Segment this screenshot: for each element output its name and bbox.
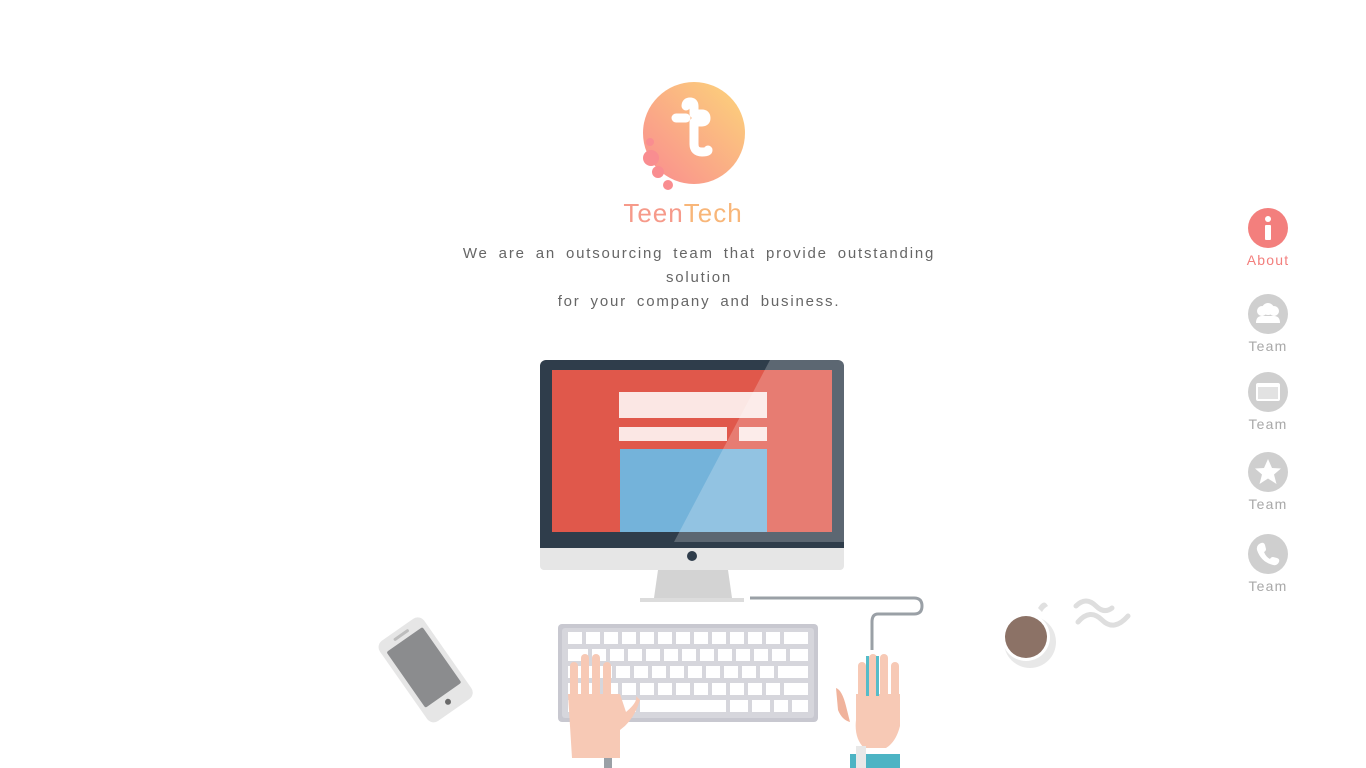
teentech-logo[interactable] <box>636 78 752 194</box>
phone-icon <box>1248 534 1288 574</box>
phone-illustration <box>378 617 473 723</box>
tagline: We are an outsourcing team that provide … <box>433 242 965 314</box>
brand-name-part1: Teen <box>623 198 684 228</box>
brand-name-part2: Tech <box>683 198 743 228</box>
nav-label-contact: Team <box>1248 578 1288 594</box>
team-icon <box>1248 294 1288 334</box>
landing-page: TeenTech We are an outsourcing team that… <box>0 0 1366 768</box>
nav-label-services: Team <box>1248 496 1288 512</box>
logo-icon <box>643 82 745 190</box>
right-hand-illustration <box>836 654 902 768</box>
nav-item-portfolio[interactable]: Team <box>1236 372 1300 432</box>
folder-icon <box>1248 372 1288 412</box>
info-icon <box>1248 208 1288 248</box>
nav-item-about[interactable]: About <box>1236 208 1300 268</box>
nav-label-portfolio: Team <box>1248 416 1288 432</box>
brand-name: TeenTech <box>0 198 1366 229</box>
workspace-illustration <box>378 360 1131 768</box>
nav-label-about: About <box>1246 252 1290 268</box>
tagline-line2: for your company and business. <box>557 293 841 310</box>
nav-label-team: Team <box>1248 338 1288 354</box>
monitor-illustration <box>540 360 844 602</box>
nav-item-team[interactable]: Team <box>1236 294 1300 354</box>
star-icon <box>1248 452 1288 492</box>
nav-item-services[interactable]: Team <box>1236 452 1300 512</box>
coffee-cup-illustration <box>1002 598 1131 668</box>
nav-item-contact[interactable]: Team <box>1236 534 1300 594</box>
tagline-line1: We are an outsourcing team that provide … <box>462 245 936 286</box>
